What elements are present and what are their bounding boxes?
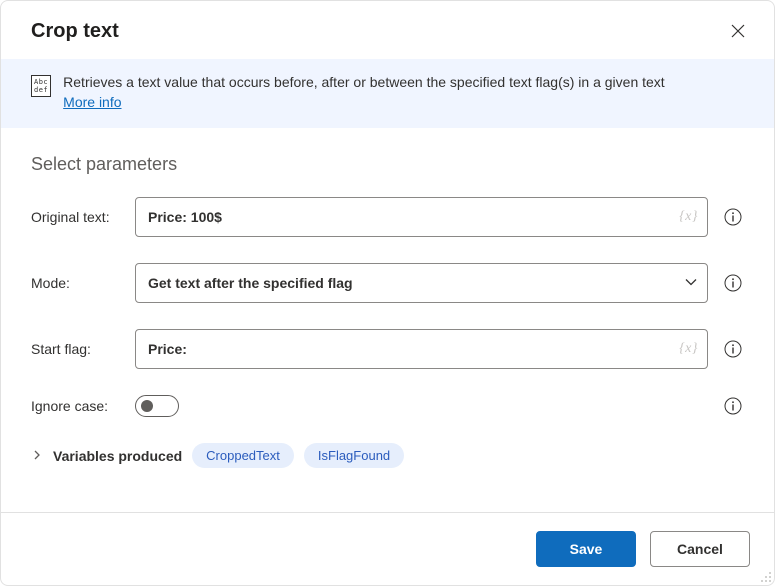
info-original-text[interactable] (722, 206, 744, 228)
dialog-header: Crop text (1, 1, 774, 59)
toggle-knob (141, 400, 153, 412)
section-title: Select parameters (31, 154, 744, 175)
label-mode: Mode: (31, 275, 127, 291)
row-mode: Mode: Get text after the specified flag (31, 263, 744, 303)
info-icon (724, 208, 742, 226)
row-original-text: Original text: {x} (31, 197, 744, 237)
row-start-flag: Start flag: {x} (31, 329, 744, 369)
variables-produced-row: Variables produced CroppedText IsFlagFou… (31, 443, 744, 468)
variables-label[interactable]: Variables produced (53, 448, 182, 464)
chevron-right-icon[interactable] (31, 448, 43, 464)
close-button[interactable] (726, 19, 750, 43)
original-text-input[interactable] (135, 197, 708, 237)
dialog-body: Select parameters Original text: {x} Mod… (1, 128, 774, 512)
cancel-button[interactable]: Cancel (650, 531, 750, 567)
variable-chip-isflagfound[interactable]: IsFlagFound (304, 443, 404, 468)
mode-select-value: Get text after the specified flag (148, 275, 353, 291)
more-info-link[interactable]: More info (63, 94, 121, 110)
info-ignore-case[interactable] (722, 395, 744, 417)
variable-chip-croppedtext[interactable]: CroppedText (192, 443, 294, 468)
info-mode[interactable] (722, 272, 744, 294)
start-flag-input[interactable] (135, 329, 708, 369)
info-banner: Abc def Retrieves a text value that occu… (1, 59, 774, 128)
mode-select[interactable]: Get text after the specified flag (135, 263, 708, 303)
label-start-flag: Start flag: (31, 341, 127, 357)
label-ignore-case: Ignore case: (31, 398, 127, 414)
close-icon (730, 23, 746, 39)
dialog-title: Crop text (31, 20, 119, 43)
row-ignore-case: Ignore case: (31, 395, 744, 417)
info-start-flag[interactable] (722, 338, 744, 360)
info-icon (724, 340, 742, 358)
dialog-footer: Save Cancel (1, 512, 774, 585)
info-icon (724, 274, 742, 292)
ignore-case-toggle[interactable] (135, 395, 179, 417)
crop-text-dialog: Crop text Abc def Retrieves a text value… (0, 0, 775, 586)
banner-text: Retrieves a text value that occurs befor… (63, 73, 665, 112)
action-type-icon: Abc def (31, 75, 51, 97)
save-button[interactable]: Save (536, 531, 636, 567)
label-original-text: Original text: (31, 209, 127, 225)
info-icon (724, 397, 742, 415)
resize-grip-icon[interactable] (758, 569, 772, 583)
banner-description: Retrieves a text value that occurs befor… (63, 74, 665, 90)
